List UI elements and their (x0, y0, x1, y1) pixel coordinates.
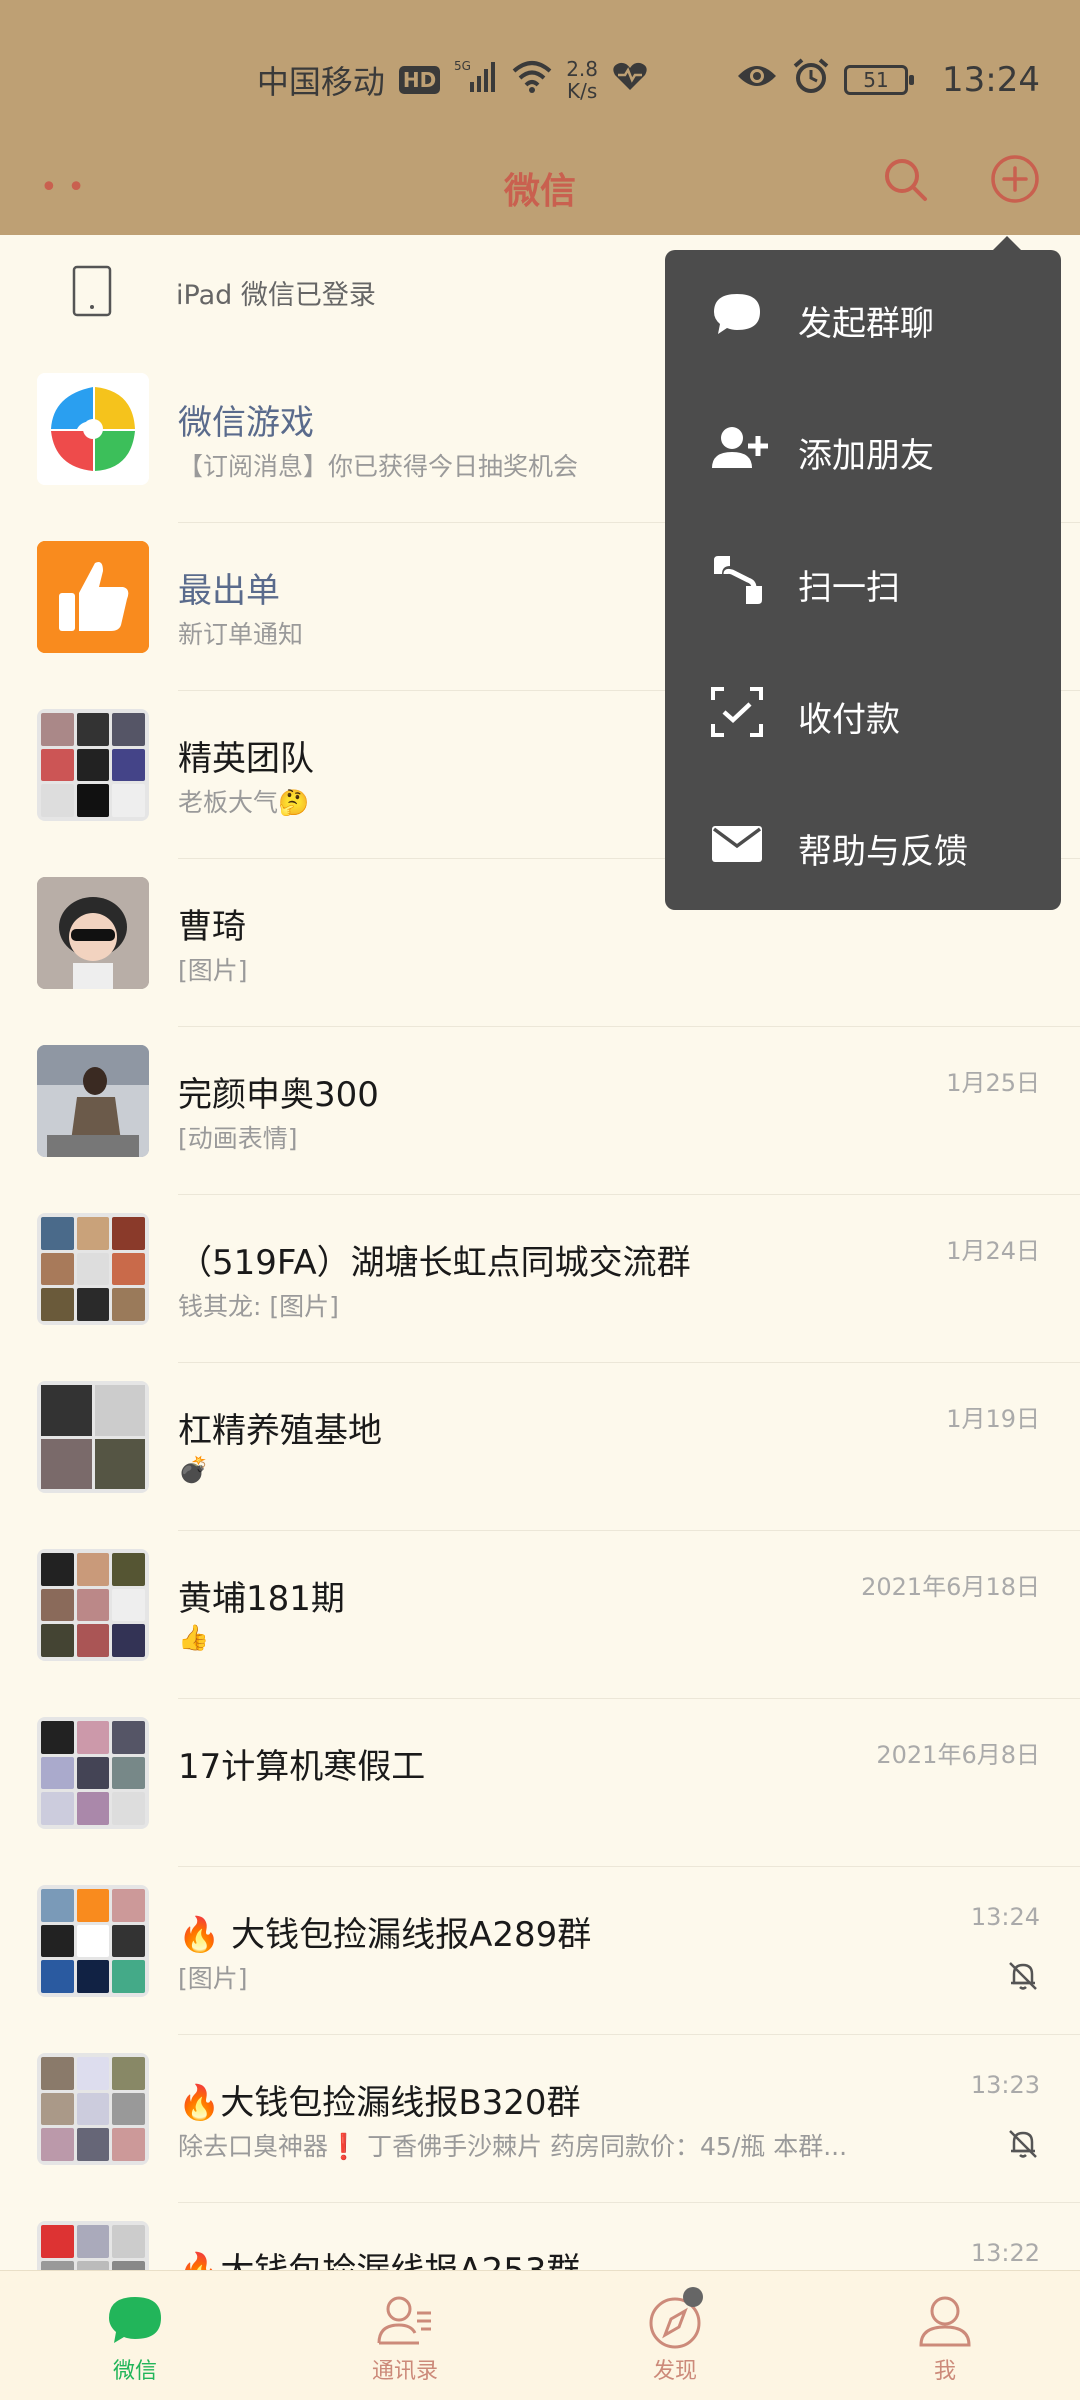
heart-rate-icon (612, 60, 648, 100)
chat-item[interactable]: 黄埔181期 👍 2021年6月18日 (0, 1531, 1080, 1699)
carrier-label: 中国移动 (256, 63, 385, 101)
chat-time: 13:22 (970, 2239, 1040, 2267)
chat-name: 最出单 (178, 571, 280, 611)
chat-item[interactable]: 17计算机寒假工 2021年6月8日 (0, 1699, 1080, 1867)
chat-item[interactable]: 杠精养殖基地 💣 1月19日 (0, 1363, 1080, 1531)
menu-label: 扫一扫 (798, 568, 900, 608)
chat-name: 完颜申奥300 (178, 1075, 379, 1115)
group-avatar (37, 1717, 149, 1829)
notification-dot (683, 2287, 703, 2307)
title-bar: • • 微信 (0, 150, 1080, 235)
chat-preview: 老板大气🤔 (178, 788, 310, 817)
status-bar: 中国移动 HD 5G 2.8 K/s 51 13:24 (0, 0, 1080, 150)
person-icon (915, 2291, 975, 2351)
chat-name: 曹琦 (178, 907, 246, 947)
chat-item[interactable]: 完颜申奥300 [动画表情] 1月25日 (0, 1027, 1080, 1195)
chat-name: 🔥大钱包捡漏线报B320群 (178, 2083, 581, 2123)
speed-value: 2.8 (566, 57, 599, 81)
eye-icon (736, 61, 778, 99)
chat-preview: [图片] (178, 956, 248, 985)
tablet-icon (72, 265, 112, 317)
chat-name: 黄埔181期 (178, 1579, 345, 1619)
add-friend-icon (710, 422, 768, 474)
chat-time: 13:23 (970, 2071, 1040, 2099)
chat-preview: 除去口臭神器❗ 丁香佛手沙棘片 药房同款价：45/瓶 本群... (178, 2132, 848, 2161)
scan-icon (710, 554, 764, 606)
nav-tab-chats[interactable]: 微信 (0, 2271, 270, 2400)
chat-icon (105, 2291, 165, 2351)
clock: 13:24 (942, 60, 1040, 100)
chat-preview: 👍 (178, 1623, 210, 1652)
battery-indicator: 51 (844, 65, 915, 95)
mail-icon (710, 818, 764, 870)
menu-label: 帮助与反馈 (798, 832, 968, 872)
menu-label: 添加朋友 (798, 436, 934, 476)
avatar (37, 541, 149, 653)
mute-bell-icon (1006, 1959, 1040, 1993)
bottom-nav: 微信 通讯录 发现 我 (0, 2270, 1080, 2400)
network-label: 5G (454, 59, 471, 73)
chat-time: 2021年6月18日 (861, 1573, 1040, 1601)
alarm-icon (792, 57, 830, 103)
status-indicators: 中国移动 HD 5G 2.8 K/s 51 13:24 (257, 52, 1040, 108)
menu-item-scan[interactable]: 扫一扫 (665, 514, 1061, 646)
avatar (37, 877, 149, 989)
chat-name: （519FA）湖塘长虹点同城交流群 (178, 1243, 691, 1283)
chat-name: 🔥 大钱包捡漏线报A289群 (178, 1915, 592, 1955)
chat-item[interactable]: （519FA）湖塘长虹点同城交流群 钱其龙: [图片] 1月24日 (0, 1195, 1080, 1363)
nav-tab-discover[interactable]: 发现 (540, 2271, 810, 2400)
menu-item-help[interactable]: 帮助与反馈 (665, 778, 1061, 910)
nav-label: 通讯录 (371, 2359, 438, 2384)
menu-item-add-friend[interactable]: 添加朋友 (665, 382, 1061, 514)
nav-tab-contacts[interactable]: 通讯录 (270, 2271, 540, 2400)
menu-item-payment[interactable]: 收付款 (665, 646, 1061, 778)
group-avatar (37, 2053, 149, 2165)
chat-preview: 💣 (178, 1455, 210, 1484)
chat-item[interactable]: 🔥 大钱包捡漏线报A289群 [图片] 13:24 (0, 1867, 1080, 2035)
chat-time: 1月19日 (946, 1405, 1040, 1433)
signal-icon: 5G (454, 58, 498, 102)
chat-bubble-icon (710, 290, 764, 342)
nav-tab-me[interactable]: 我 (810, 2271, 1080, 2400)
menu-label: 收付款 (798, 700, 900, 740)
search-icon[interactable] (880, 154, 930, 204)
ipad-login-text: iPad 微信已登录 (176, 280, 376, 311)
avatar (37, 1045, 149, 1157)
chat-name: 微信游戏 (178, 403, 314, 443)
nav-label: 发现 (652, 2359, 697, 2384)
chat-preview: 新订单通知 (178, 620, 304, 649)
menu-label: 发起群聊 (798, 304, 934, 344)
mute-bell-icon (1006, 2127, 1040, 2161)
wifi-icon (512, 59, 552, 101)
chat-preview: 【订阅消息】你已获得今日抽奖机会 (178, 452, 579, 481)
chat-name: 17计算机寒假工 (178, 1747, 426, 1787)
chat-preview: [图片] (178, 1964, 248, 1993)
speed-unit: K/s (566, 79, 598, 103)
contacts-icon (375, 2291, 435, 2351)
chat-time: 13:24 (970, 1903, 1040, 1931)
chat-preview: [动画表情] (178, 1124, 298, 1153)
network-speed: 2.8 K/s (566, 58, 598, 102)
chat-item[interactable]: 🔥大钱包捡漏线报B320群 除去口臭神器❗ 丁香佛手沙棘片 药房同款价：45/瓶… (0, 2035, 1080, 2203)
chat-name: 杠精养殖基地 (178, 1411, 382, 1451)
add-menu-popup: 发起群聊 添加朋友 扫一扫 收付款 帮助与反馈 (665, 236, 1061, 910)
chat-time: 2021年6月8日 (876, 1741, 1040, 1769)
chat-preview: 钱其龙: [图片] (178, 1292, 339, 1321)
group-avatar (37, 709, 149, 821)
group-avatar (37, 1381, 149, 1493)
menu-item-group-chat[interactable]: 发起群聊 (665, 250, 1061, 382)
group-avatar (37, 1213, 149, 1325)
nav-label: 我 (933, 2359, 956, 2384)
group-avatar (37, 1549, 149, 1661)
chat-time: 1月24日 (946, 1237, 1040, 1265)
nav-label: 微信 (112, 2359, 157, 2384)
hd-badge: HD (398, 66, 441, 94)
group-avatar (37, 1885, 149, 1997)
chat-name: 精英团队 (178, 739, 314, 779)
payment-icon (710, 686, 764, 738)
avatar (37, 373, 149, 485)
plus-circle-icon[interactable] (988, 152, 1042, 206)
chat-time: 1月25日 (946, 1069, 1040, 1097)
